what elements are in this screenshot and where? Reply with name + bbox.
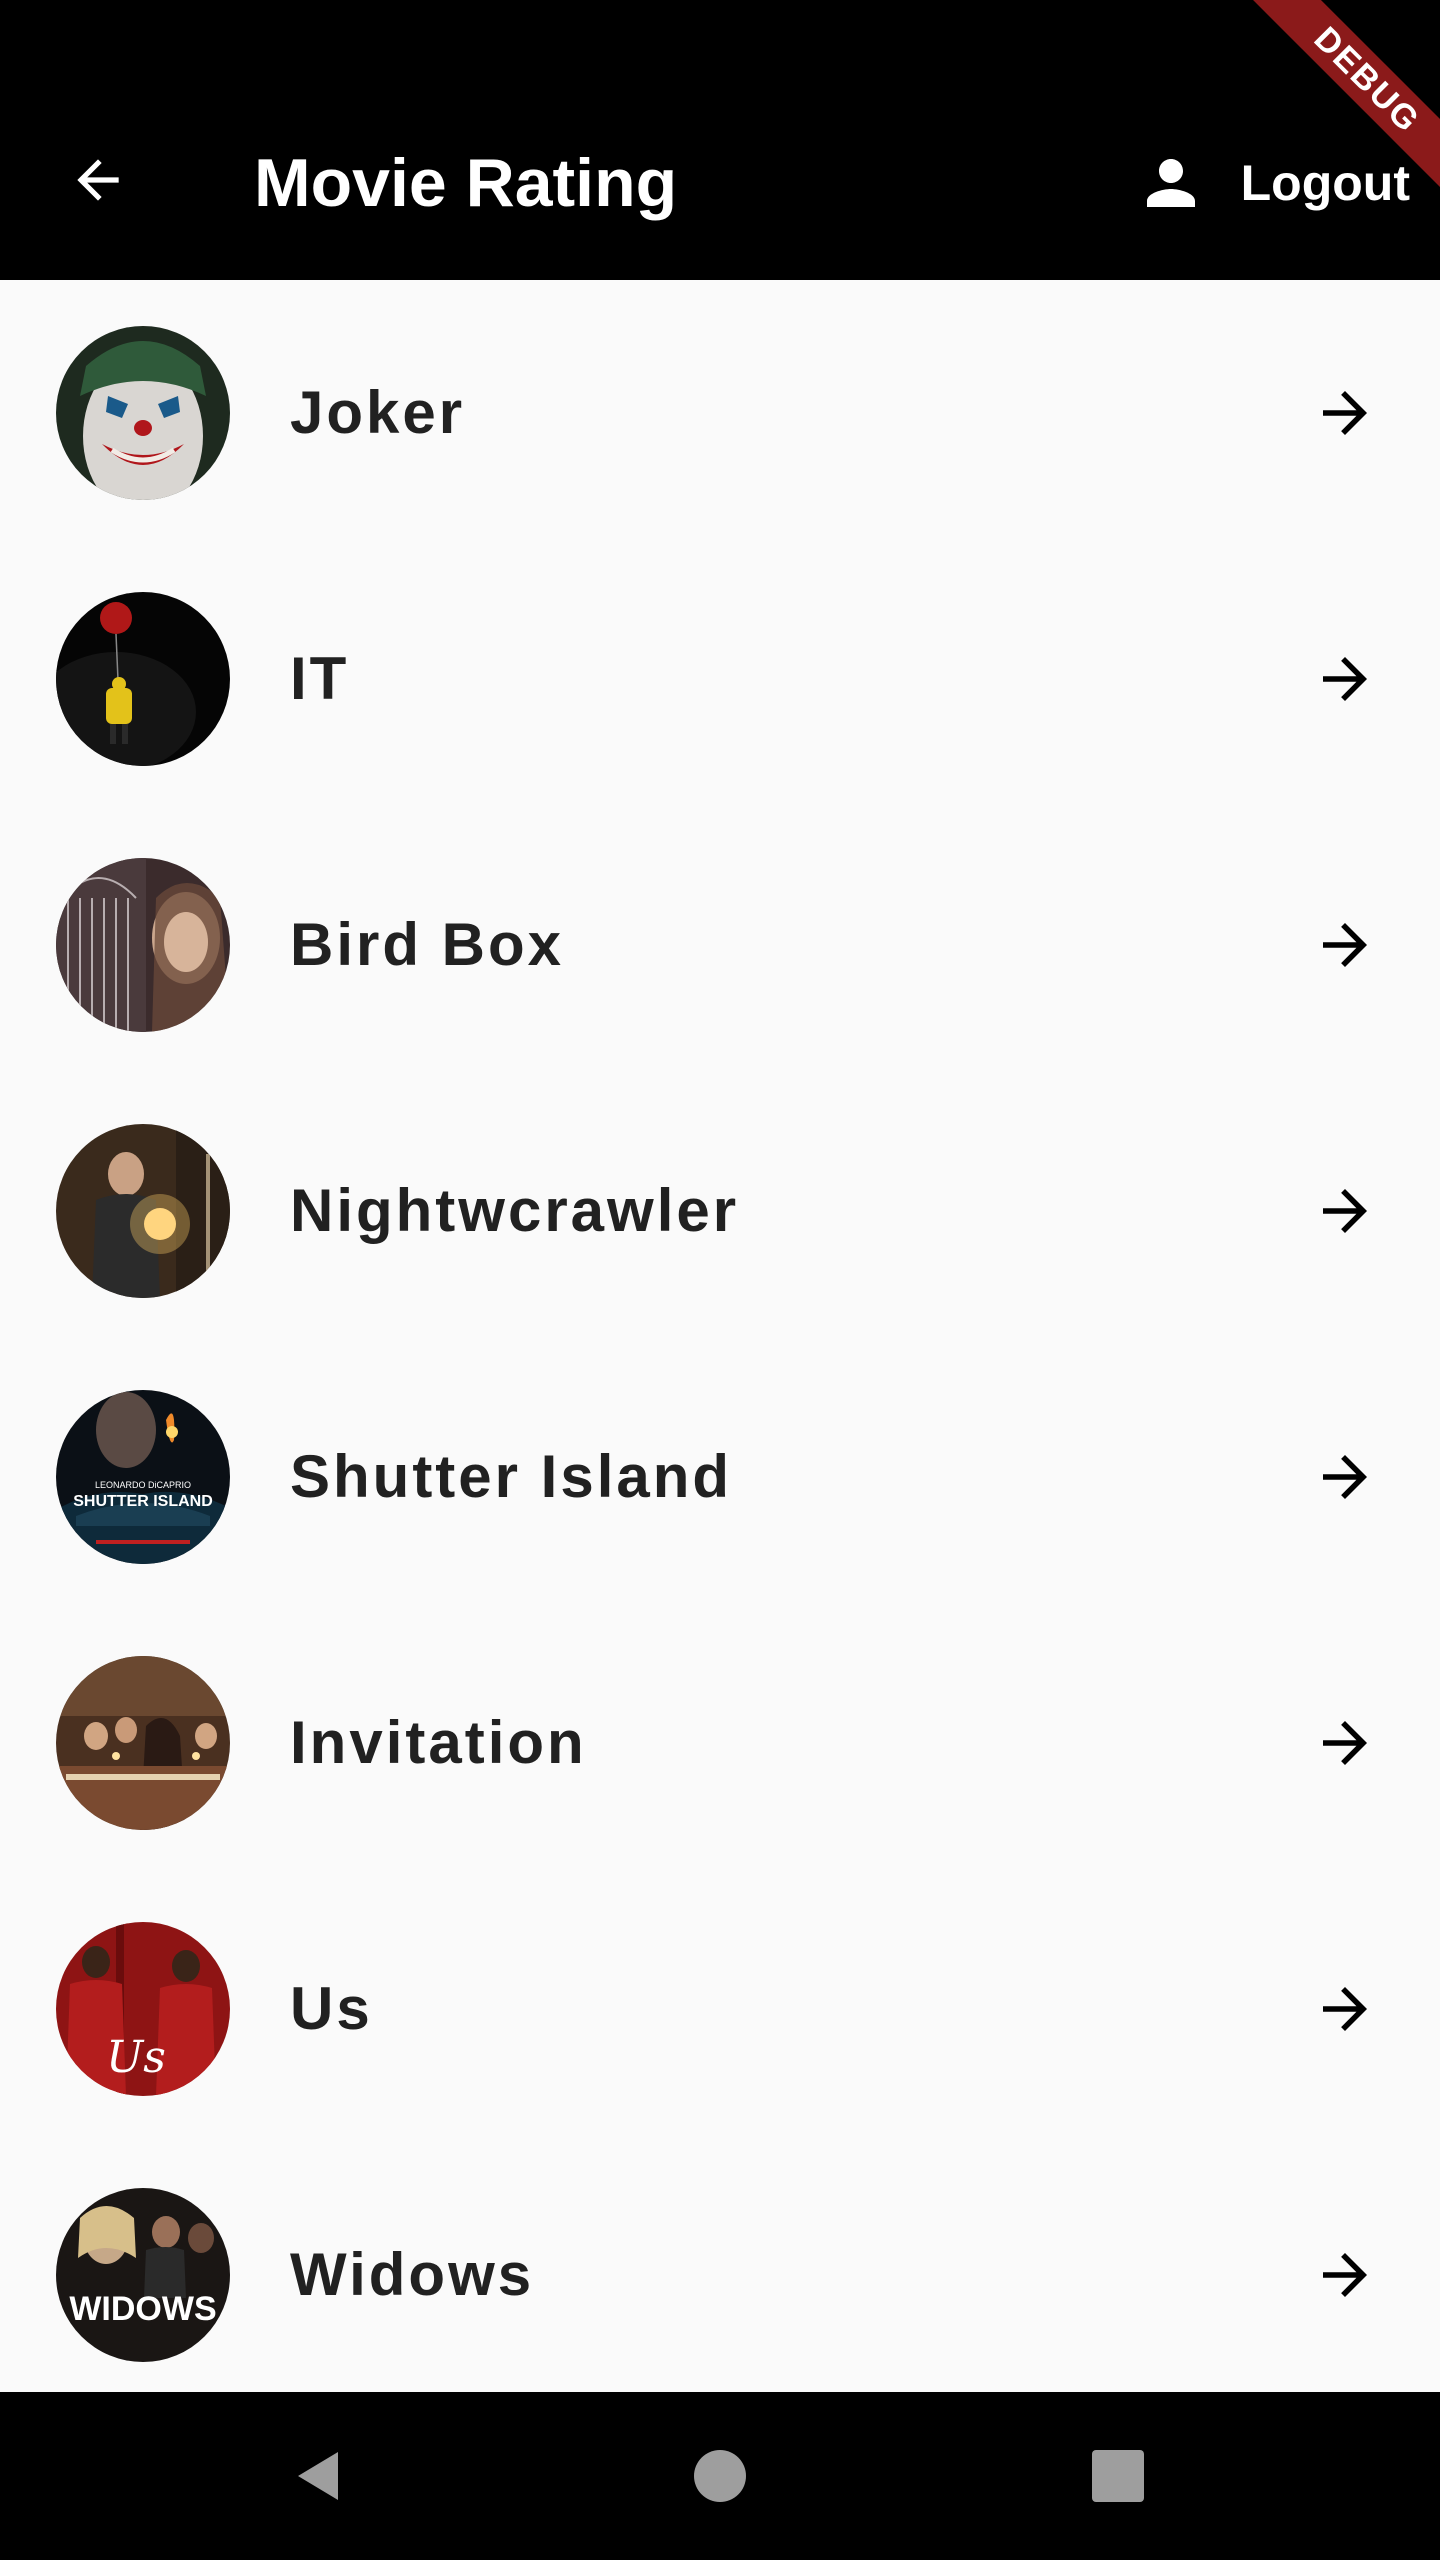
app-title: Movie Rating — [254, 145, 678, 221]
invitation-poster-thumbnail — [56, 1656, 230, 1830]
logout-label: Logout — [1240, 155, 1410, 211]
widows-poster-thumbnail: WIDOWS — [56, 2188, 230, 2362]
poster-credit-text: LEONARDO DiCAPRIO — [95, 1480, 191, 1490]
nav-back-icon — [298, 2452, 338, 2500]
arrow-forward-icon[interactable] — [1312, 1178, 1378, 1244]
nightcrawler-poster-thumbnail — [56, 1124, 230, 1298]
list-item-shutter-island[interactable]: LEONARDO DiCAPRIO SHUTTER ISLAND Shutter… — [0, 1344, 1440, 1610]
movie-title: Us — [290, 1975, 373, 2042]
movie-title: Nightwcrawler — [290, 1177, 740, 1244]
poster-title-text: WIDOWS — [69, 2290, 216, 2328]
shutter-island-poster-thumbnail: LEONARDO DiCAPRIO SHUTTER ISLAND — [56, 1390, 230, 1564]
list-item-bird-box[interactable]: Bird Box — [0, 812, 1440, 1078]
movie-title: Joker — [290, 379, 466, 446]
poster-title-text: Us — [106, 2032, 166, 2083]
arrow-back-icon — [77, 159, 119, 201]
bird-box-poster-thumbnail — [56, 858, 230, 1032]
arrow-forward-icon[interactable] — [1312, 2242, 1378, 2308]
movie-list: Joker IT Bird Box Nightwcrawler LEONARDO… — [0, 280, 1440, 2392]
arrow-forward-icon[interactable] — [1312, 380, 1378, 446]
nav-home-icon — [694, 2450, 746, 2502]
arrow-forward-icon[interactable] — [1312, 1444, 1378, 1510]
it-poster-thumbnail — [56, 592, 230, 766]
list-item-it[interactable]: IT — [0, 546, 1440, 812]
nav-recents-button[interactable] — [1068, 2426, 1168, 2526]
system-nav-bar — [0, 2392, 1440, 2560]
arrow-forward-icon[interactable] — [1312, 1710, 1378, 1776]
back-button[interactable] — [48, 130, 148, 230]
list-item-widows[interactable]: WIDOWS Widows — [0, 2142, 1440, 2392]
list-item-nightcrawler[interactable]: Nightwcrawler — [0, 1078, 1440, 1344]
poster-title-text: SHUTTER ISLAND — [73, 1493, 213, 1510]
nav-back-button[interactable] — [268, 2426, 368, 2526]
movie-title: Shutter Island — [290, 1443, 733, 1510]
list-item-joker[interactable]: Joker — [0, 280, 1440, 546]
movie-title: Bird Box — [290, 911, 565, 978]
movie-title: Invitation — [290, 1709, 587, 1776]
movie-title: IT — [290, 645, 350, 712]
arrow-forward-icon[interactable] — [1312, 646, 1378, 712]
nav-recents-icon — [1092, 2450, 1144, 2502]
us-poster-thumbnail: Us — [56, 1922, 230, 2096]
movie-title: Widows — [290, 2241, 535, 2308]
arrow-forward-icon[interactable] — [1312, 912, 1378, 978]
logout-button[interactable]: Logout — [1131, 140, 1410, 226]
arrow-forward-icon[interactable] — [1312, 1976, 1378, 2042]
app-bar: Movie Rating Logout DEBUG — [0, 0, 1440, 280]
list-item-invitation[interactable]: Invitation — [0, 1610, 1440, 1876]
list-item-us[interactable]: Us Us — [0, 1876, 1440, 2142]
joker-poster-thumbnail — [56, 326, 230, 500]
person-icon — [1131, 143, 1211, 223]
nav-home-button[interactable] — [670, 2426, 770, 2526]
